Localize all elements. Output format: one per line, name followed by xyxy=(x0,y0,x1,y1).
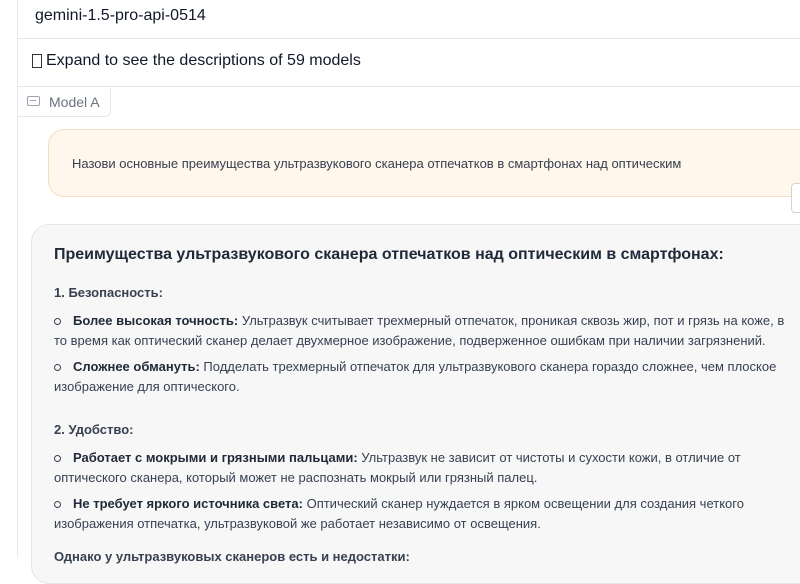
list-item: Работает с мокрыми и грязными пальцами: … xyxy=(54,448,789,487)
item-bold: Сложнее обмануть: xyxy=(73,359,200,374)
chatbot-label-text: Model A xyxy=(49,94,100,110)
item-bold: Более высокая точность: xyxy=(73,313,239,328)
model-dropdown[interactable]: gemini-1.5-pro-api-0514 xyxy=(17,0,800,39)
section-heading: 2. Удобство: xyxy=(54,422,134,437)
model-dropdown-value: gemini-1.5-pro-api-0514 xyxy=(35,7,206,24)
response-title: Преимущества ультразвукового сканера отп… xyxy=(54,246,724,263)
expand-icon xyxy=(32,54,42,68)
section-heading: 1. Безопасность: xyxy=(54,285,163,300)
copy-button[interactable] xyxy=(791,183,800,213)
user-message-text: Назови основные преимущества ультразвуко… xyxy=(72,156,682,171)
list-item: Сложнее обмануть: Подделать трехмерный о… xyxy=(54,357,789,396)
item-bold: Работает с мокрыми и грязными пальцами: xyxy=(73,450,358,465)
bullet-icon xyxy=(54,454,61,462)
user-message-bubble: Назови основные преимущества ультразвуко… xyxy=(48,129,800,197)
bot-message-content: Преимущества ультразвукового сканера отп… xyxy=(54,246,789,564)
bullet-icon xyxy=(54,317,61,325)
item-bold: Не требует яркого источника света: xyxy=(73,496,303,511)
bullet-icon xyxy=(54,500,61,508)
chat-icon xyxy=(27,96,40,106)
list-item: Не требует яркого источника света: Оптич… xyxy=(54,494,789,533)
bullet-icon xyxy=(54,363,61,371)
expand-models-toggle[interactable]: Expand to see the descriptions of 59 mod… xyxy=(17,39,800,87)
expand-models-label: Expand to see the descriptions of 59 mod… xyxy=(46,52,361,69)
list-item: Более высокая точность: Ультразвук считы… xyxy=(54,311,789,350)
chatbot-label: Model A xyxy=(17,88,111,117)
